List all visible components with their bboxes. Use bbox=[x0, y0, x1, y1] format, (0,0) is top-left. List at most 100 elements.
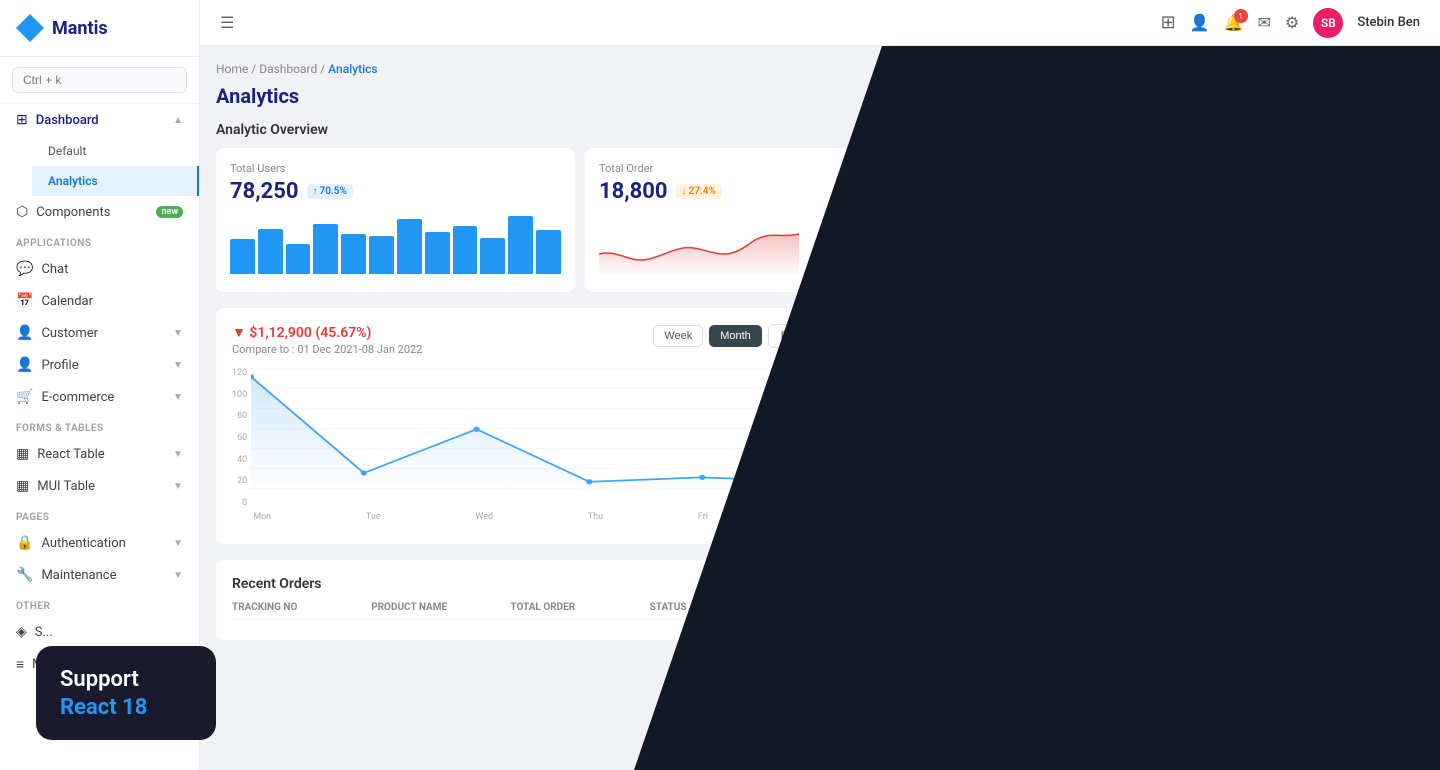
pv-title-4: Modals bbox=[992, 728, 1126, 743]
chevron-icon: ▼ bbox=[173, 570, 183, 581]
stat-badge-orders: ↓ 27.4% bbox=[676, 184, 722, 199]
bar bbox=[480, 238, 505, 274]
user-name: Stebin Ben bbox=[1357, 15, 1420, 30]
pv-row-4: Modals /demo/admin/modals.html 3003 22.2… bbox=[992, 718, 1408, 768]
sidebar-item-react-table[interactable]: ▦React Table ▼ bbox=[0, 438, 199, 470]
sidebar-item-calendar[interactable]: 📅Calendar bbox=[0, 285, 199, 317]
pv-count-0: 7755 bbox=[1372, 524, 1408, 540]
mail-icon[interactable]: ✉ bbox=[1258, 13, 1271, 32]
customer-icon: 👤 bbox=[16, 325, 33, 341]
volume-select[interactable]: By Total Volume bbox=[768, 324, 897, 348]
income-line-chart bbox=[251, 368, 928, 508]
sidebar-item-analytics[interactable]: Analytics bbox=[32, 166, 199, 196]
pv-title-3: Form Validation bbox=[992, 677, 1136, 692]
marketing-area-chart bbox=[1219, 128, 1410, 188]
table-header: TRACKING NO PRODUCT NAME TOTAL ORDER STA… bbox=[232, 602, 928, 620]
pv-title-1: Form Elements bbox=[992, 575, 1118, 590]
sidebar-item-chat[interactable]: 💬Chat bbox=[0, 253, 199, 285]
analytic-overview-title: Analytic Overview bbox=[216, 122, 944, 138]
bar bbox=[1136, 152, 1149, 188]
sidebar-item-mui-table[interactable]: ▦MUI Table ▼ bbox=[0, 470, 199, 502]
page-views-card: Page Views by Page Title Admin Home /dem… bbox=[976, 472, 1424, 770]
month-button[interactable]: Month bbox=[709, 325, 762, 347]
menu-toggle-icon[interactable]: ☰ bbox=[220, 13, 234, 32]
download-button[interactable]: ⬇ bbox=[903, 325, 928, 348]
chevron-icon: ▼ bbox=[173, 481, 183, 492]
stat-value-orders: 18,800 bbox=[599, 179, 668, 204]
orders-area-chart bbox=[599, 214, 799, 274]
auth-icon: 🔒 bbox=[16, 535, 33, 551]
stat-card-users: Total Users 78,250 ↑ 70.5% bbox=[216, 148, 575, 292]
calendar-icon: 📅 bbox=[16, 293, 33, 309]
chevron-icon: ▼ bbox=[173, 449, 183, 460]
bar bbox=[286, 244, 311, 274]
pv-url-1: /demo/admin/forms.html bbox=[992, 592, 1118, 605]
dark-area-chart: Fri Sat Sun bbox=[992, 238, 1408, 438]
bar bbox=[397, 219, 422, 274]
ecommerce-icon: 🛒 bbox=[16, 389, 33, 405]
pv-count-3: 3275 bbox=[1372, 677, 1408, 693]
bar bbox=[313, 224, 338, 274]
pv-url-4: /demo/admin/modals.html bbox=[992, 745, 1126, 758]
svg-text:Sun: Sun bbox=[1195, 430, 1213, 438]
svg-text:Fri: Fri bbox=[992, 430, 1004, 438]
pv-row-2: Utilities /demo/admin/util.html 4848 25.… bbox=[992, 616, 1408, 667]
bar bbox=[1055, 150, 1068, 188]
bar bbox=[425, 232, 450, 274]
logo-area: Mantis bbox=[0, 0, 199, 57]
apps-icon[interactable]: ⊞ bbox=[1161, 12, 1176, 33]
bar bbox=[230, 239, 255, 274]
sidebar-item-sample[interactable]: ◈S... bbox=[0, 616, 199, 648]
breadcrumb: Home / Dashboard / Analytics bbox=[216, 62, 944, 76]
th-tracking: TRACKING NO bbox=[232, 602, 371, 613]
content-left: Home / Dashboard / Analytics Analytics A… bbox=[200, 46, 960, 770]
bar bbox=[1152, 130, 1165, 188]
week-button[interactable]: Week bbox=[653, 325, 703, 347]
section-label-other: Other bbox=[0, 591, 199, 616]
logo-icon bbox=[16, 14, 44, 42]
support-subtitle: React 18 bbox=[60, 695, 192, 720]
main-area: ☰ ⊞ 👤 🔔 1 ✉ ⚙ SB Stebin Ben Home / Dashb… bbox=[200, 0, 1440, 770]
avatar[interactable]: SB bbox=[1313, 8, 1343, 38]
sidebar-item-dashboard[interactable]: ⊞Dashboard ▲ bbox=[0, 104, 199, 136]
bar bbox=[1103, 148, 1116, 188]
stat-label-marketing: Total Marketing bbox=[1219, 76, 1410, 89]
pv-count-4: 3003 bbox=[1372, 728, 1408, 744]
chevron-icon: ▼ bbox=[173, 360, 183, 371]
stat-card-sales: Total Sales $35,078 ↓ 27.4% bbox=[976, 62, 1195, 206]
notification-badge: 1 bbox=[1234, 9, 1248, 23]
sidebar-item-default[interactable]: Default bbox=[32, 136, 199, 166]
bar bbox=[453, 226, 478, 274]
sidebar-item-authentication[interactable]: 🔒Authentication ▼ bbox=[0, 527, 199, 559]
income-value: ▼ $1,12,900 (45.67%) bbox=[232, 324, 422, 341]
pv-row-0: Admin Home /demo/admin/index.html 7755 3… bbox=[992, 514, 1408, 565]
stat-label-sales: Total Sales bbox=[990, 76, 1181, 89]
components-icon: ⬡ bbox=[16, 204, 28, 220]
section-label-applications: Applications bbox=[0, 228, 199, 253]
pv-count-2: 4848 bbox=[1372, 626, 1408, 642]
income-card: ▼ $1,12,900 (45.67%) Compare to : 01 Dec… bbox=[216, 308, 944, 544]
th-status: STATUS bbox=[650, 602, 789, 613]
search-input[interactable] bbox=[12, 67, 187, 93]
chevron-icon: ▼ bbox=[173, 392, 183, 403]
settings-icon[interactable]: ⚙ bbox=[1285, 13, 1299, 32]
sidebar-item-components[interactable]: ⬡Components new bbox=[0, 196, 199, 228]
users-bar-chart bbox=[230, 214, 561, 274]
pv-row-3: Form Validation /demo/admin/validation.h… bbox=[992, 667, 1408, 718]
bar bbox=[1119, 140, 1132, 188]
app-name: Mantis bbox=[52, 18, 108, 39]
stat-label-users: Total Users bbox=[230, 162, 561, 175]
sidebar-item-maintenance[interactable]: 🔧Maintenance ▼ bbox=[0, 559, 199, 591]
bar bbox=[369, 236, 394, 274]
th-total-order: TOTAL ORDER bbox=[510, 602, 649, 613]
user-switch-icon[interactable]: 👤 bbox=[1190, 13, 1210, 32]
maintenance-icon: 🔧 bbox=[16, 567, 33, 583]
sidebar-item-customer[interactable]: 👤Customer ▼ bbox=[0, 317, 199, 349]
sidebar-item-profile[interactable]: 👤Profile ▼ bbox=[0, 349, 199, 381]
notification-icon[interactable]: 🔔 1 bbox=[1224, 13, 1244, 32]
support-popup[interactable]: Support React 18 bbox=[36, 646, 216, 740]
pv-url-0: /demo/admin/index.html bbox=[992, 541, 1115, 554]
bar bbox=[1006, 146, 1019, 188]
sidebar-item-ecommerce[interactable]: 🛒E-commerce ▼ bbox=[0, 381, 199, 413]
pv-count-1: 5215 bbox=[1372, 575, 1408, 591]
